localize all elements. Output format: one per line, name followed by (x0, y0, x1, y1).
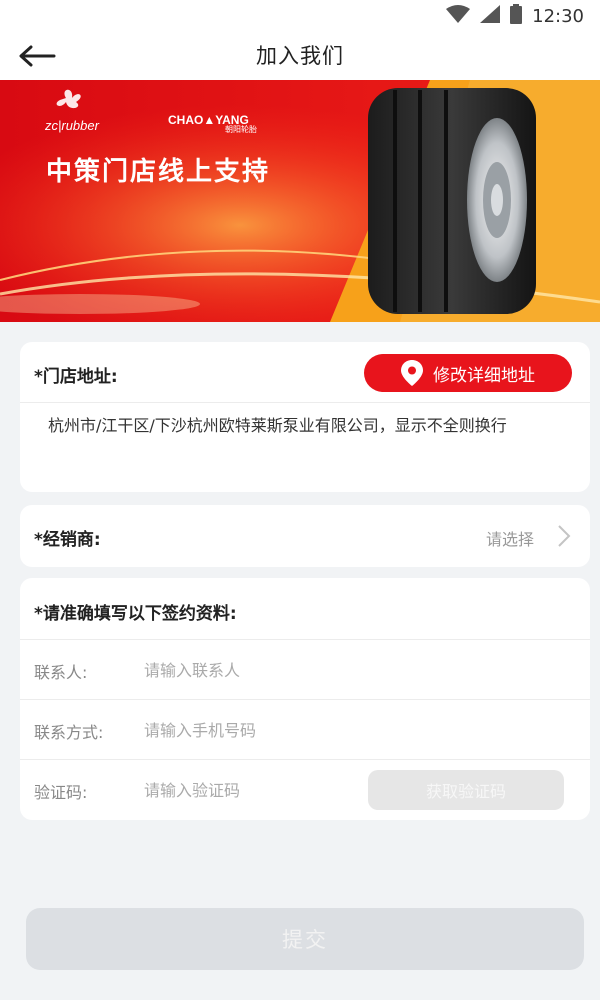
contact-name-row: 联系人: (20, 640, 590, 700)
divider (20, 402, 590, 403)
dealer-row[interactable]: *经销商: 请选择 (20, 505, 590, 567)
signing-form-card: *请准确填写以下签约资料: 联系人: 联系方式: 验证码: 获取验证码 (20, 578, 590, 820)
address-label: *门店地址: (34, 367, 118, 387)
contact-phone-label: 联系方式: (34, 723, 104, 742)
location-pin-icon (401, 360, 423, 386)
phone-input[interactable] (144, 712, 364, 748)
page-title: 加入我们 (256, 44, 344, 68)
svg-text:朝阳轮胎: 朝阳轮胎 (225, 124, 257, 134)
address-card: *门店地址: 修改详细地址 杭州市/江干区/下沙杭州欧特莱斯泵业有限公司，显示不… (20, 342, 590, 492)
contact-name-input[interactable] (144, 652, 364, 688)
signal-icon (480, 5, 501, 27)
tire-image (368, 88, 536, 314)
edit-address-label: 修改详细地址 (433, 365, 535, 386)
verification-code-input[interactable] (144, 772, 364, 808)
form-title: *请准确填写以下签约资料: (34, 604, 237, 624)
dealer-label: *经销商: (34, 530, 101, 550)
verification-code-row: 验证码: 获取验证码 (20, 760, 590, 820)
promo-banner[interactable]: zc|rubber CHAO▲YANG 朝阳轮胎 中策门店线上支持 (0, 80, 600, 322)
battery-icon (510, 4, 523, 28)
address-text: 杭州市/江干区/下沙杭州欧特莱斯泵业有限公司，显示不全则换行 (48, 416, 507, 435)
status-bar: 12:30 (0, 0, 600, 32)
contact-phone-row: 联系方式: (20, 700, 590, 760)
banner-headline: 中策门店线上支持 (46, 156, 270, 187)
svg-text:zc|rubber: zc|rubber (44, 118, 100, 133)
get-code-button[interactable]: 获取验证码 (368, 770, 564, 810)
status-time: 12:30 (532, 5, 584, 27)
verification-code-label: 验证码: (34, 783, 88, 802)
edit-address-button[interactable]: 修改详细地址 (364, 354, 572, 392)
wifi-icon (446, 5, 471, 27)
submit-button[interactable]: 提交 (26, 908, 584, 970)
contact-name-label: 联系人: (34, 663, 88, 682)
chevron-right-icon (556, 524, 572, 552)
app-header: 加入我们 (0, 32, 600, 80)
dealer-select-value: 请选择 (485, 530, 534, 549)
